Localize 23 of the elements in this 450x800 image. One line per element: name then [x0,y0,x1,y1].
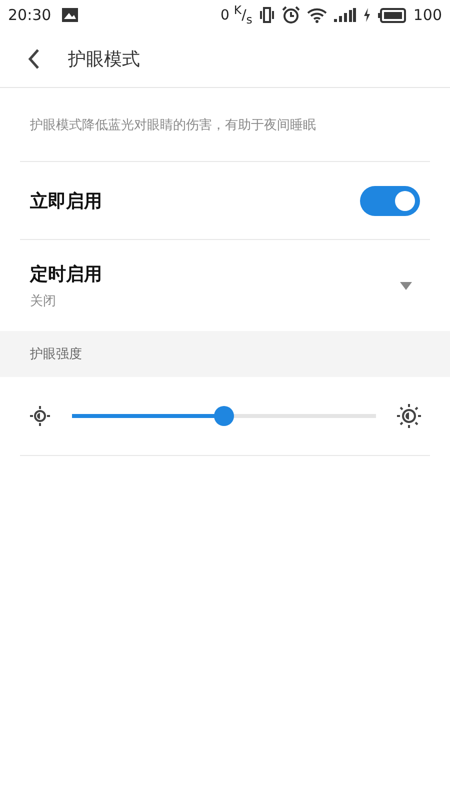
charging-icon [363,8,372,22]
network-speed: 0 $^{K}$/$_{s}$ [220,3,252,27]
battery-icon [378,8,406,22]
dropdown-caret-icon[interactable] [400,282,412,290]
status-time: 20:30 [8,6,52,24]
section-title: 护眼强度 [30,346,82,363]
alarm-icon [282,6,300,24]
signal-icon [334,8,356,22]
description-text: 护眼模式降低蓝光对眼睛的伤害，有助于夜间睡眠 [29,117,317,135]
dim-sun-icon [28,404,52,428]
setting-value: 关闭 [30,292,57,310]
page-title: 护眼模式 [68,48,140,70]
toggle-switch[interactable] [360,186,420,216]
bright-sun-icon [396,403,422,429]
slider-thumb[interactable] [214,406,234,426]
intensity-slider[interactable] [72,406,376,426]
back-icon [28,48,40,70]
setting-label: 立即启用 [30,190,102,212]
wifi-icon [307,7,328,23]
setting-label: 定时启用 [30,262,102,286]
picture-notification-icon [62,8,78,22]
vibrate-icon [259,7,276,23]
battery-level: 100 [413,6,442,24]
